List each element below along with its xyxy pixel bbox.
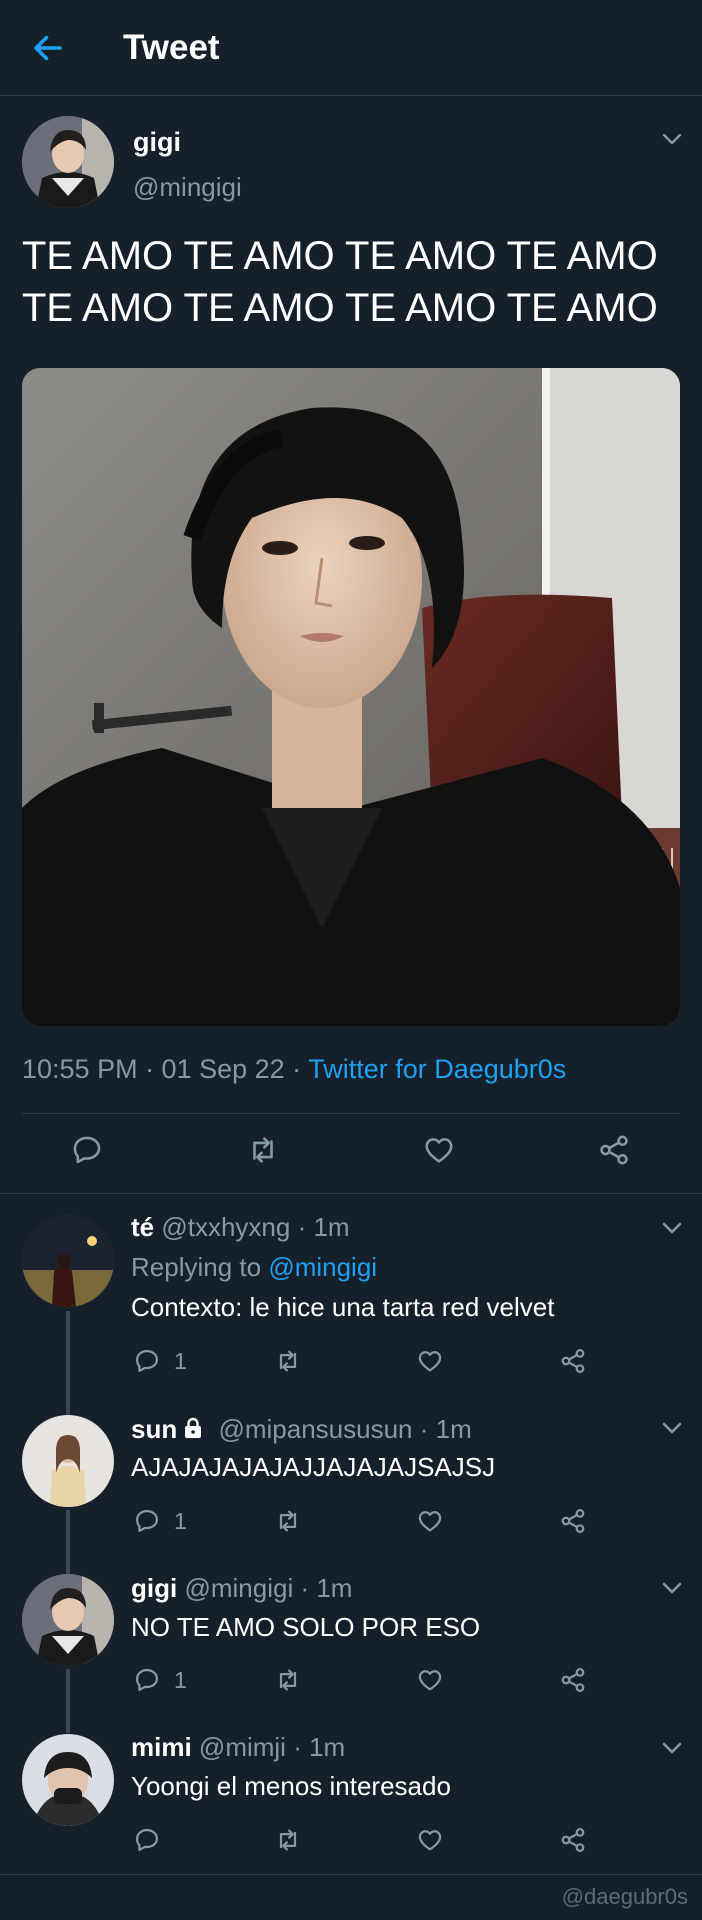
- tweet-text-line: TE AMO TE AMO TE AMO TE AMO: [22, 234, 658, 278]
- reply-author-handle[interactable]: @mipansususun: [218, 1414, 412, 1444]
- reply-text: NO TE AMO SOLO POR ESO: [131, 1612, 481, 1642]
- avatar[interactable]: [22, 1734, 114, 1826]
- reply-icon[interactable]: [133, 1347, 161, 1375]
- thread-line: [66, 1510, 70, 1574]
- replying-to: Replying to @mingigi: [131, 1252, 377, 1283]
- tweet-timestamp: 10:55 PM · 01 Sep 22 ·: [22, 1054, 302, 1084]
- reply-text: AJAJAJAJAJAJJAJAJAJSAJSJ: [131, 1452, 496, 1482]
- retweet-icon[interactable]: [274, 1347, 302, 1375]
- reply-author-name[interactable]: té: [131, 1212, 154, 1242]
- tweet-meta: 10:55 PM · 01 Sep 22 · Twitter for Daegu…: [22, 1054, 566, 1085]
- share-icon[interactable]: [559, 1666, 587, 1694]
- chevron-down-icon[interactable]: [659, 130, 685, 148]
- share-icon[interactable]: [559, 1507, 587, 1535]
- reply-author-name[interactable]: mimi: [131, 1732, 192, 1762]
- like-icon[interactable]: [422, 1133, 456, 1167]
- reply-header: sun @mipansususun · 1m: [131, 1414, 472, 1445]
- tweet-source-link[interactable]: Twitter for Daegubr0s: [308, 1054, 566, 1084]
- reply-count: 1: [174, 1508, 187, 1534]
- reply-author-handle[interactable]: @txxhyxng: [161, 1212, 290, 1242]
- back-arrow-icon[interactable]: [30, 30, 66, 66]
- reply-author-handle[interactable]: @mimji: [199, 1732, 286, 1762]
- tweet-text-line: TE AMO TE AMO TE AMO TE AMO: [22, 286, 658, 330]
- share-icon[interactable]: [559, 1347, 587, 1375]
- reply-header: gigi @mingigi · 1m: [131, 1573, 352, 1604]
- reply-time: · 1m: [419, 1414, 472, 1444]
- author-name[interactable]: gigi: [133, 127, 181, 158]
- avatar[interactable]: [22, 1415, 114, 1507]
- reply-author-name[interactable]: sun: [131, 1414, 177, 1444]
- top-bar: Tweet: [0, 0, 702, 96]
- reply-text: Contexto: le hice una tarta red velvet: [131, 1292, 555, 1322]
- divider: [0, 1874, 702, 1875]
- chevron-down-icon[interactable]: [659, 1579, 685, 1597]
- reply-icon[interactable]: [133, 1666, 161, 1694]
- tweet-photo[interactable]: [22, 368, 680, 1026]
- like-icon[interactable]: [416, 1347, 444, 1375]
- reply-icon[interactable]: [133, 1826, 161, 1854]
- share-icon[interactable]: [597, 1133, 631, 1167]
- reply-icon[interactable]: [133, 1507, 161, 1535]
- reply-author-handle[interactable]: @mingigi: [184, 1573, 293, 1603]
- avatar[interactable]: [22, 1574, 114, 1666]
- retweet-icon[interactable]: [274, 1507, 302, 1535]
- divider: [22, 1113, 680, 1114]
- reply-time: · 1m: [297, 1212, 350, 1242]
- reply-text: Yoongi el menos interesado: [131, 1771, 451, 1801]
- share-icon[interactable]: [559, 1826, 587, 1854]
- like-icon[interactable]: [416, 1666, 444, 1694]
- reply-header: mimi @mimji · 1m: [131, 1732, 345, 1763]
- watermark: @daegubr0s: [561, 1884, 688, 1909]
- reply-count: 1: [174, 1348, 187, 1374]
- reply-author-name[interactable]: gigi: [131, 1573, 177, 1603]
- chevron-down-icon[interactable]: [659, 1739, 685, 1757]
- tweet-text: TE AMO TE AMO TE AMO TE AMO TE AMO TE AM…: [22, 230, 682, 334]
- retweet-icon[interactable]: [274, 1666, 302, 1694]
- chevron-down-icon[interactable]: [659, 1219, 685, 1237]
- replying-to-label: Replying to: [131, 1252, 262, 1282]
- lock-icon: [181, 1416, 205, 1440]
- reply-time: · 1m: [300, 1573, 353, 1603]
- avatar[interactable]: [22, 116, 114, 208]
- reply-icon[interactable]: [70, 1133, 104, 1167]
- author-handle[interactable]: @mingigi: [133, 172, 242, 203]
- reply-time: · 1m: [293, 1732, 346, 1762]
- thread-line: [66, 1669, 70, 1733]
- reply-count: 1: [174, 1667, 187, 1693]
- avatar[interactable]: [22, 1215, 114, 1307]
- replying-to-handle[interactable]: @mingigi: [268, 1252, 377, 1282]
- retweet-icon[interactable]: [274, 1826, 302, 1854]
- thread-line: [66, 1311, 70, 1415]
- reply-header: té @txxhyxng · 1m: [131, 1212, 350, 1243]
- like-icon[interactable]: [416, 1507, 444, 1535]
- like-icon[interactable]: [416, 1826, 444, 1854]
- chevron-down-icon[interactable]: [659, 1419, 685, 1437]
- main-tweet: gigi @mingigi TE AMO TE AMO TE AMO TE AM…: [0, 96, 702, 1194]
- page-title: Tweet: [123, 28, 220, 67]
- retweet-icon[interactable]: [246, 1133, 280, 1167]
